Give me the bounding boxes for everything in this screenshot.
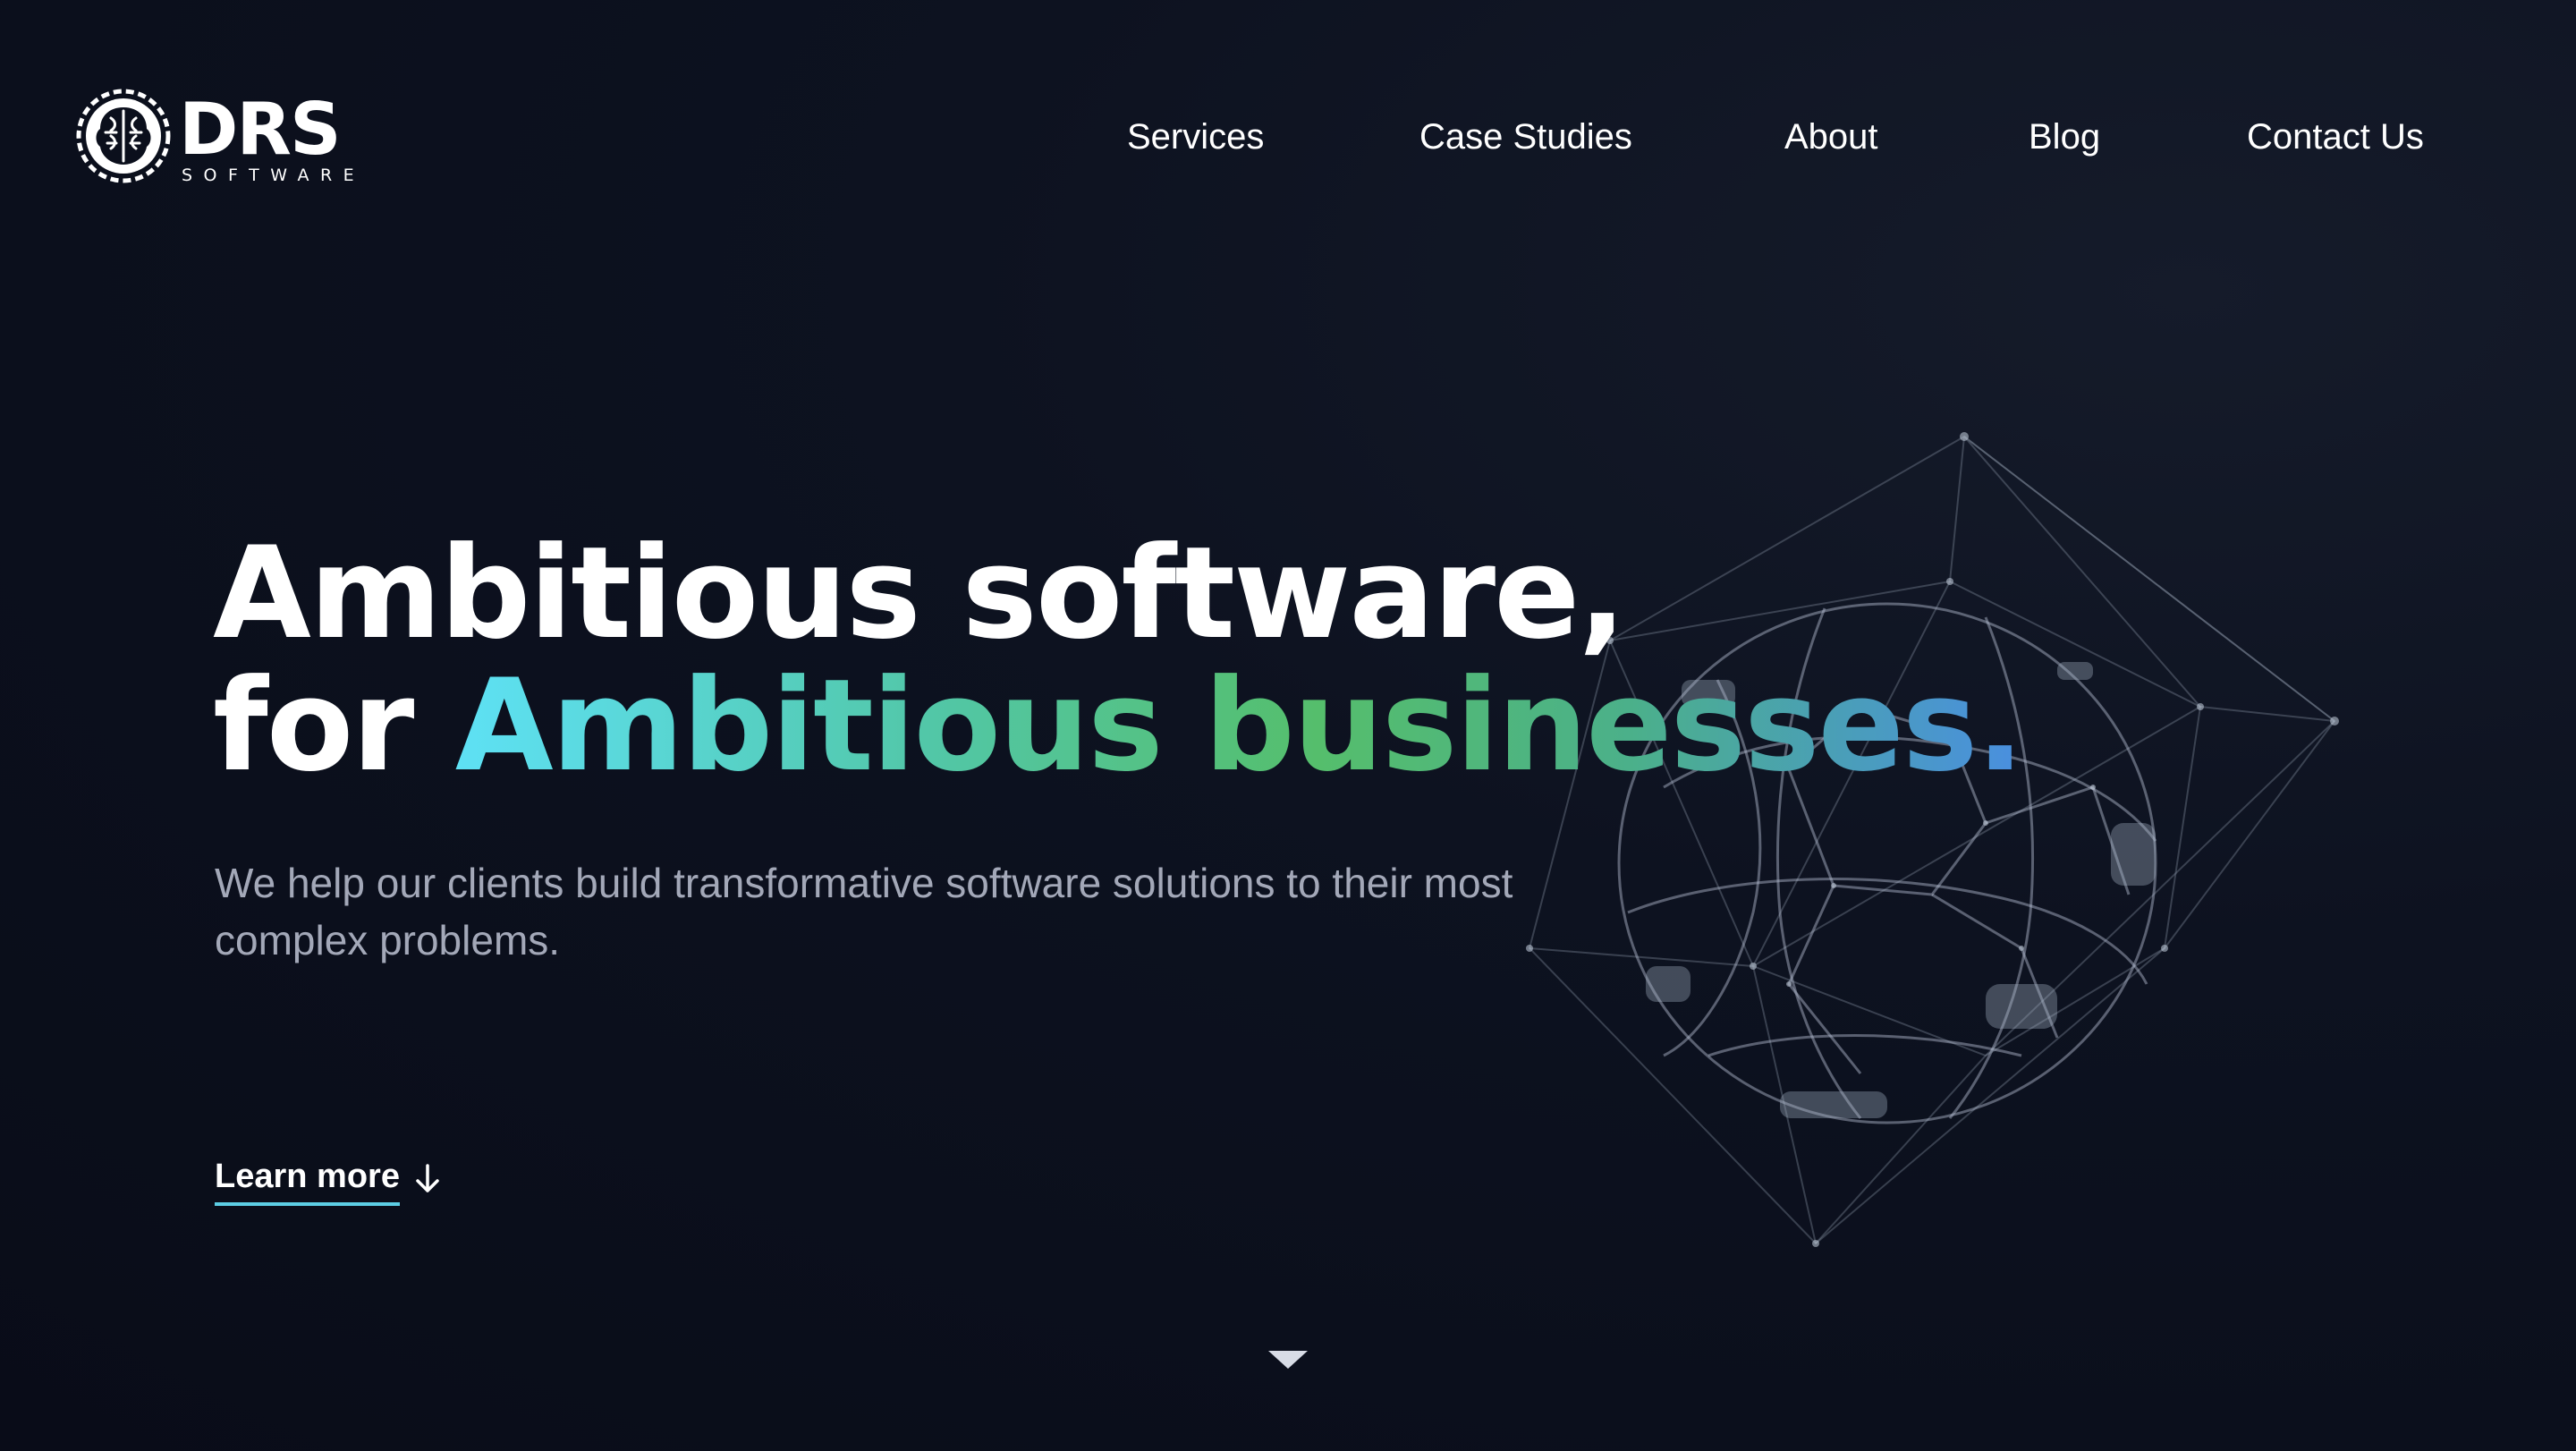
nav-item-about[interactable]: About — [1784, 106, 1878, 168]
hero-title: Ambitious software, for Ambitious busine… — [213, 520, 2024, 793]
caret-down-icon[interactable] — [1268, 1349, 1308, 1370]
main-nav: Services Case Studies About Blog Contact… — [0, 106, 2576, 168]
hero-subtitle: We help our clients build transformative… — [215, 860, 1513, 963]
nav-item-services[interactable]: Services — [1127, 106, 1264, 168]
hero-title-line-2: for Ambitious businesses. — [213, 660, 2024, 793]
brand-tagline: SOFTWARE — [182, 165, 365, 185]
nav-item-case-studies[interactable]: Case Studies — [1419, 106, 1632, 168]
hero-title-highlight: Ambitious businesses. — [454, 652, 2024, 800]
hero-title-line-2-prefix: for — [213, 652, 455, 800]
arrow-down-icon — [416, 1164, 439, 1192]
hero-title-line-1: Ambitious software, — [213, 520, 1626, 667]
learn-more-label: Learn more — [215, 1156, 400, 1206]
nav-item-contact-us[interactable]: Contact Us — [2247, 106, 2424, 168]
learn-more-link[interactable]: Learn more — [215, 1156, 443, 1206]
nav-item-blog[interactable]: Blog — [2029, 106, 2100, 168]
